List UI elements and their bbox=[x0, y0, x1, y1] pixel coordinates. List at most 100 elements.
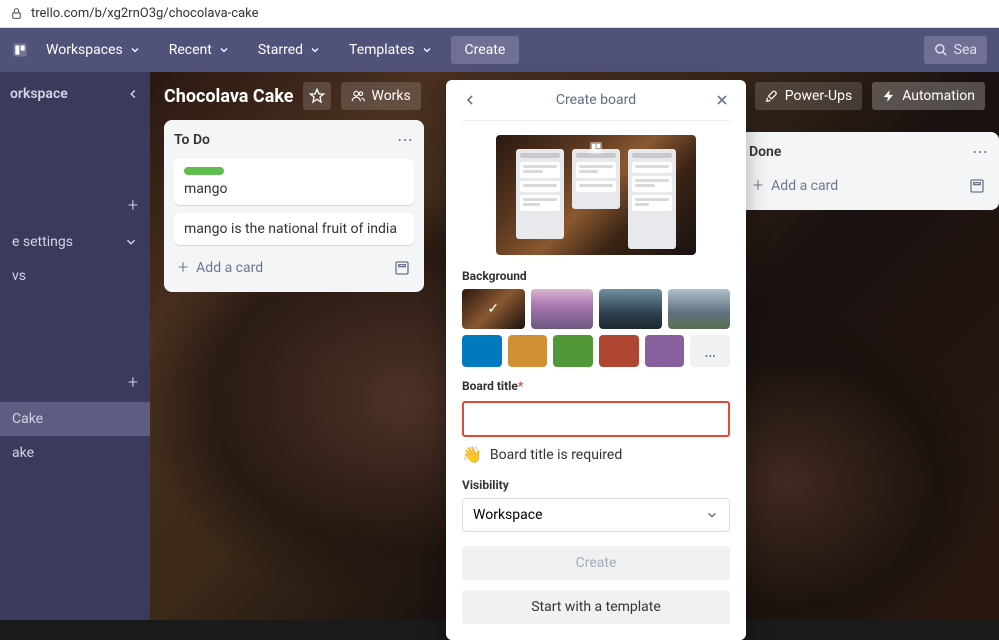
nav-workspaces[interactable]: Workspaces bbox=[36, 36, 151, 64]
search-input[interactable]: Sea bbox=[924, 36, 987, 64]
sidebar-add-2[interactable]: + bbox=[0, 363, 150, 402]
btn-label: Create bbox=[576, 555, 617, 571]
rocket-icon bbox=[765, 89, 779, 103]
plus-icon: + bbox=[753, 175, 763, 196]
nav-recent[interactable]: Recent bbox=[159, 36, 240, 64]
nav-starred[interactable]: Starred bbox=[248, 36, 331, 64]
board-preview bbox=[496, 135, 696, 255]
card-mango[interactable]: mango bbox=[174, 159, 414, 205]
add-card-button[interactable]: + Add a card bbox=[174, 253, 414, 282]
warning-text: Board title is required bbox=[490, 447, 622, 463]
card-text: mango is the national fruit of india bbox=[184, 221, 397, 237]
back-icon[interactable] bbox=[462, 92, 478, 108]
sidebar-label: e settings bbox=[12, 234, 73, 250]
board-title[interactable]: Chocolava Cake bbox=[164, 86, 293, 107]
sidebar-settings[interactable]: e settings bbox=[0, 225, 150, 259]
plus-icon: + bbox=[178, 257, 188, 278]
list-title[interactable]: Done bbox=[749, 144, 781, 160]
add-card-button[interactable]: + Add a card bbox=[749, 171, 989, 200]
search-icon bbox=[934, 43, 948, 57]
board-title-input[interactable] bbox=[462, 401, 730, 437]
bg-image-4[interactable] bbox=[668, 289, 731, 329]
people-icon bbox=[351, 89, 365, 103]
close-icon[interactable] bbox=[714, 92, 730, 108]
template-icon[interactable] bbox=[394, 260, 410, 276]
sidebar-label: Cake bbox=[12, 411, 43, 427]
btn-label: Power-Ups bbox=[785, 88, 852, 104]
bolt-icon bbox=[882, 89, 896, 103]
workspace-visible-button[interactable]: Works bbox=[341, 82, 420, 110]
bg-image-1[interactable] bbox=[462, 289, 525, 329]
trello-logo-icon bbox=[12, 42, 28, 58]
background-label: Background bbox=[462, 269, 730, 283]
nav-create-label: Create bbox=[465, 42, 506, 58]
bg-color-green[interactable] bbox=[553, 335, 593, 367]
chevron-down-icon bbox=[421, 44, 433, 56]
workspace-header[interactable]: orkspace bbox=[0, 72, 150, 116]
popup-title: Create board bbox=[478, 92, 714, 108]
nav-templates[interactable]: Templates bbox=[339, 36, 443, 64]
top-nav: Workspaces Recent Starred Templates Crea… bbox=[0, 28, 999, 72]
bg-more-button[interactable]: … bbox=[690, 335, 730, 367]
chevron-down-icon bbox=[705, 508, 719, 522]
chevron-left-icon[interactable] bbox=[126, 87, 140, 101]
lock-icon bbox=[10, 7, 23, 20]
powerups-button[interactable]: Power-Ups bbox=[755, 82, 862, 110]
bg-color-orange[interactable] bbox=[508, 335, 548, 367]
board-title-label: Board title* bbox=[462, 379, 730, 393]
browser-url-bar: trello.com/b/xg2rnO3g/chocolava-cake bbox=[0, 0, 999, 28]
url-text: trello.com/b/xg2rnO3g/chocolava-cake bbox=[31, 6, 259, 21]
template-icon[interactable] bbox=[969, 178, 985, 194]
chevron-down-icon bbox=[218, 44, 230, 56]
title-required-warning: 👋 Board title is required bbox=[462, 445, 730, 464]
trello-logo-icon bbox=[589, 141, 603, 155]
create-button[interactable]: Create bbox=[462, 546, 730, 580]
add-card-label: Add a card bbox=[196, 260, 263, 276]
nav-create-button[interactable]: Create bbox=[451, 36, 520, 64]
btn-label: Works bbox=[371, 88, 410, 104]
chevron-down-icon bbox=[309, 44, 321, 56]
card-text: mango bbox=[184, 181, 227, 197]
visibility-value: Workspace bbox=[473, 507, 543, 523]
sidebar-label: ake bbox=[12, 445, 34, 461]
bg-image-3[interactable] bbox=[599, 289, 662, 329]
sidebar-board-cake[interactable]: Cake bbox=[0, 402, 150, 436]
visibility-label: Visibility bbox=[462, 478, 730, 492]
list-todo: To Do ⋯ mango mango is the national frui… bbox=[164, 120, 424, 292]
nav-label: Templates bbox=[349, 42, 415, 58]
automation-button[interactable]: Automation bbox=[872, 82, 985, 110]
sidebar-board-cake-alt[interactable]: ake bbox=[0, 436, 150, 470]
plus-icon: + bbox=[128, 372, 138, 393]
sidebar-add-1[interactable]: + bbox=[0, 186, 150, 225]
sidebar: orkspace + e settings vs + Cake ake bbox=[0, 72, 150, 620]
search-placeholder: Sea bbox=[954, 42, 977, 58]
bg-color-blue[interactable] bbox=[462, 335, 502, 367]
bg-color-red[interactable] bbox=[599, 335, 639, 367]
card-mango-fact[interactable]: mango is the national fruit of india bbox=[174, 213, 414, 245]
list-title[interactable]: To Do bbox=[174, 132, 210, 148]
more-label: … bbox=[704, 341, 716, 362]
visibility-select[interactable]: Workspace bbox=[462, 498, 730, 532]
nav-label: Starred bbox=[258, 42, 303, 58]
list-done: Done ⋯ + Add a card bbox=[739, 132, 999, 210]
star-board-button[interactable] bbox=[303, 82, 331, 110]
wave-icon: 👋 bbox=[462, 445, 482, 464]
plus-icon: + bbox=[128, 195, 138, 216]
create-board-popup: Create board Background … Board title* 👋… bbox=[446, 80, 746, 640]
btn-label: Start with a template bbox=[531, 599, 661, 615]
chevron-down-icon bbox=[129, 44, 141, 56]
green-label bbox=[184, 167, 224, 175]
bg-color-purple[interactable] bbox=[645, 335, 685, 367]
list-menu-icon[interactable]: ⋯ bbox=[397, 130, 414, 149]
add-card-label: Add a card bbox=[771, 178, 838, 194]
sidebar-label: vs bbox=[12, 268, 26, 284]
btn-label: Automation bbox=[902, 88, 975, 104]
bg-image-2[interactable] bbox=[531, 289, 594, 329]
chevron-down-icon bbox=[124, 235, 138, 249]
nav-label: Recent bbox=[169, 42, 212, 58]
sidebar-views[interactable]: vs bbox=[0, 259, 150, 293]
nav-label: Workspaces bbox=[46, 42, 123, 58]
star-icon bbox=[309, 88, 325, 104]
start-template-button[interactable]: Start with a template bbox=[462, 590, 730, 624]
list-menu-icon[interactable]: ⋯ bbox=[972, 142, 989, 161]
